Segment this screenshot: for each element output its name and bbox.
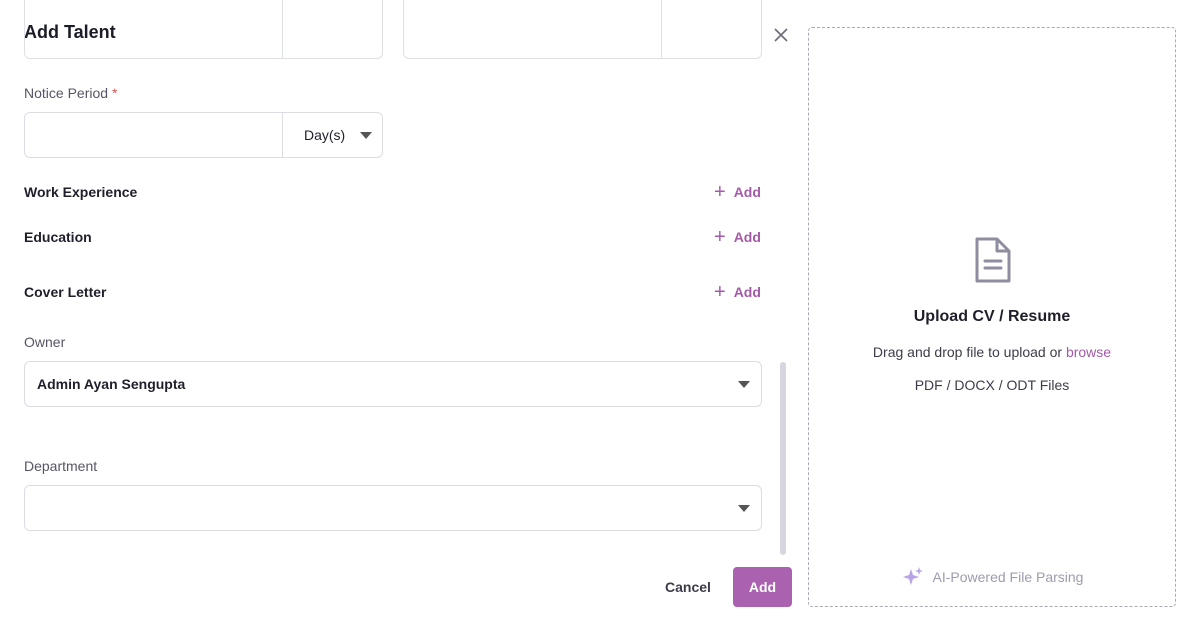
upload-subtitle-text: Drag and drop file to upload or [872, 344, 1063, 360]
cover-letter-title: Cover Letter [24, 284, 107, 300]
document-icon [975, 237, 1011, 283]
department-select[interactable] [24, 485, 762, 531]
add-talent-dialog: Add Talent Notice Period * Day(s) Work E… [0, 0, 1201, 628]
notice-period-input[interactable] [25, 113, 282, 157]
plus-icon: + [714, 181, 726, 203]
add-education-button[interactable]: + Add [714, 226, 761, 248]
browse-link[interactable]: browse [1066, 344, 1111, 360]
chevron-down-icon [360, 132, 372, 139]
plus-icon: + [714, 226, 726, 248]
cancel-button[interactable]: Cancel [650, 568, 726, 606]
owner-value: Admin Ayan Sengupta [37, 376, 186, 392]
notice-period-unit-select[interactable]: Day(s) [282, 113, 382, 157]
add-label: Add [733, 184, 761, 200]
sparkle-icon [902, 567, 923, 585]
add-button[interactable]: Add [733, 567, 792, 607]
department-label: Department [24, 458, 98, 474]
add-cover-letter-button[interactable]: + Add [714, 281, 761, 303]
owner-select[interactable]: Admin Ayan Sengupta [24, 361, 762, 407]
add-label: Add [733, 229, 761, 245]
notice-period-label: Notice Period * [24, 85, 118, 101]
add-label: Add [733, 284, 761, 300]
chevron-down-icon [738, 381, 750, 388]
upload-subtitle: Drag and drop file to upload or browse [809, 344, 1175, 360]
upload-file-types: PDF / DOCX / ODT Files [914, 377, 1070, 393]
add-work-experience-button[interactable]: + Add [714, 181, 761, 203]
close-icon[interactable] [770, 24, 792, 46]
notice-period-field: Day(s) [24, 112, 383, 158]
work-experience-title: Work Experience [24, 184, 138, 200]
chevron-down-icon [738, 505, 750, 512]
upload-title: Upload CV / Resume [913, 308, 1071, 325]
plus-icon: + [714, 281, 726, 303]
cut-off-field-left[interactable] [24, 0, 383, 59]
ai-parsing-label: AI-Powered File Parsing [932, 569, 1084, 585]
ai-parsing-note: AI-Powered File Parsing [809, 565, 1175, 589]
education-title: Education [24, 229, 92, 245]
upload-dropzone[interactable]: Upload CV / Resume Drag and drop file to… [808, 27, 1176, 607]
owner-label: Owner [24, 334, 66, 350]
required-mark: * [111, 85, 118, 101]
form-scrollbar[interactable] [780, 362, 786, 555]
notice-period-unit-value: Day(s) [304, 127, 346, 143]
cut-off-field-right[interactable] [403, 0, 762, 59]
